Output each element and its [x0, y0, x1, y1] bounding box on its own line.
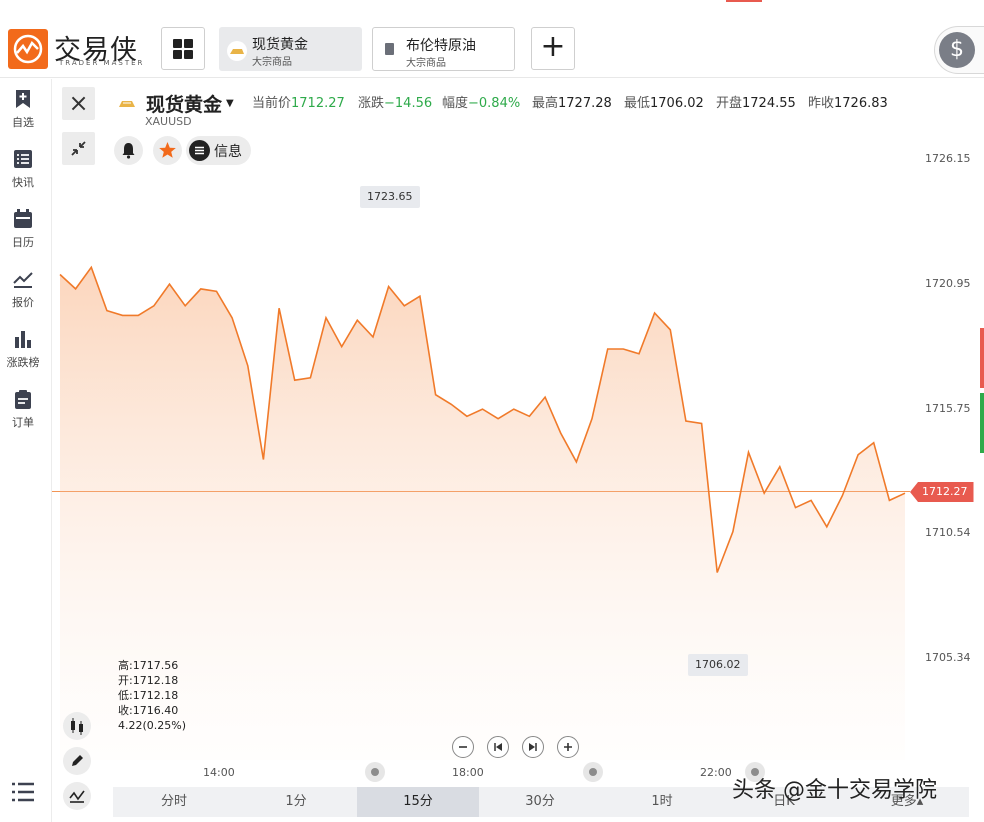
- price-tick-label: 1710.54: [925, 526, 971, 539]
- pencil-icon: [72, 755, 83, 766]
- watermark-text: 头条 @金十交易学院: [732, 778, 937, 803]
- gold-bar-icon: [119, 101, 135, 107]
- stat-low: 最低1706.02: [624, 96, 704, 111]
- time-scroll-handle[interactable]: [583, 762, 603, 782]
- ohlc-close: 收:1716.40: [118, 704, 179, 717]
- stat-current-price: 当前价1712.27: [252, 96, 345, 111]
- shrink-button[interactable]: [62, 132, 95, 165]
- symbol-name[interactable]: 现货黄金: [146, 90, 222, 117]
- ohlc-open: 开:1712.18: [118, 674, 179, 687]
- close-button[interactable]: ×: [62, 87, 95, 120]
- candlestick-icon: [71, 718, 83, 735]
- period-tab[interactable]: 1分: [235, 787, 357, 817]
- period-tab-active[interactable]: 15分: [357, 787, 479, 817]
- period-tab[interactable]: 1时: [601, 787, 723, 817]
- info-button[interactable]: 信息: [186, 136, 251, 165]
- indicator-wave-icon: [69, 790, 85, 803]
- sell-side-indicator[interactable]: [980, 328, 984, 388]
- stat-open: 开盘1724.55: [716, 96, 796, 111]
- skip-forward-icon: [529, 743, 537, 751]
- shrink-icon: [71, 141, 86, 156]
- minus-icon: [459, 746, 467, 748]
- stat-change-percent: 幅度−0.84%: [442, 96, 521, 111]
- period-tab[interactable]: 30分: [479, 787, 601, 817]
- period-tab[interactable]: 分时: [113, 787, 235, 817]
- low-marker-label: 1706.02: [688, 654, 748, 676]
- chevron-down-icon[interactable]: ▼: [226, 98, 234, 109]
- plus-icon: [564, 743, 572, 751]
- price-tick-label: 1715.75: [925, 402, 971, 415]
- jump-start-button[interactable]: [487, 736, 509, 758]
- jump-end-button[interactable]: [522, 736, 544, 758]
- menu-lines-icon: [189, 140, 210, 161]
- time-scroll-handle[interactable]: [365, 762, 385, 782]
- zoom-in-button[interactable]: [557, 736, 579, 758]
- time-tick-label: 14:00: [203, 766, 235, 779]
- ohlc-low: 低:1712.18: [118, 689, 179, 702]
- bell-icon: [122, 143, 135, 159]
- time-tick-label: 22:00: [700, 766, 732, 779]
- stat-change: 涨跌−14.56: [358, 96, 433, 111]
- star-icon: [159, 142, 176, 158]
- ohlc-change: 4.22(0.25%): [118, 719, 187, 732]
- buy-side-indicator[interactable]: [980, 393, 984, 453]
- high-marker-label: 1723.65: [360, 186, 420, 208]
- stat-high: 最高1727.28: [532, 96, 612, 111]
- price-tick-label: 1705.34: [925, 651, 971, 664]
- chart-type-button[interactable]: [63, 712, 91, 740]
- ohlc-readout: 高:1717.56 开:1712.18 低:1712.18 收:1716.40 …: [118, 658, 186, 733]
- alert-button[interactable]: [114, 136, 143, 165]
- price-area: [60, 267, 905, 760]
- skip-back-icon: [494, 743, 502, 751]
- current-price-tag: 1712.27: [910, 482, 974, 502]
- price-tick-label: 1726.15: [925, 152, 971, 165]
- indicator-button[interactable]: [63, 782, 91, 810]
- favorite-button[interactable]: [153, 136, 182, 165]
- price-tick-label: 1720.95: [925, 277, 971, 290]
- info-label: 信息: [214, 144, 242, 160]
- draw-button[interactable]: [63, 747, 91, 775]
- stat-prev-close: 昨收1726.83: [808, 96, 888, 111]
- zoom-out-button[interactable]: [452, 736, 474, 758]
- ohlc-high: 高:1717.56: [118, 659, 179, 672]
- time-tick-label: 18:00: [452, 766, 484, 779]
- symbol-code: XAUUSD: [145, 115, 192, 128]
